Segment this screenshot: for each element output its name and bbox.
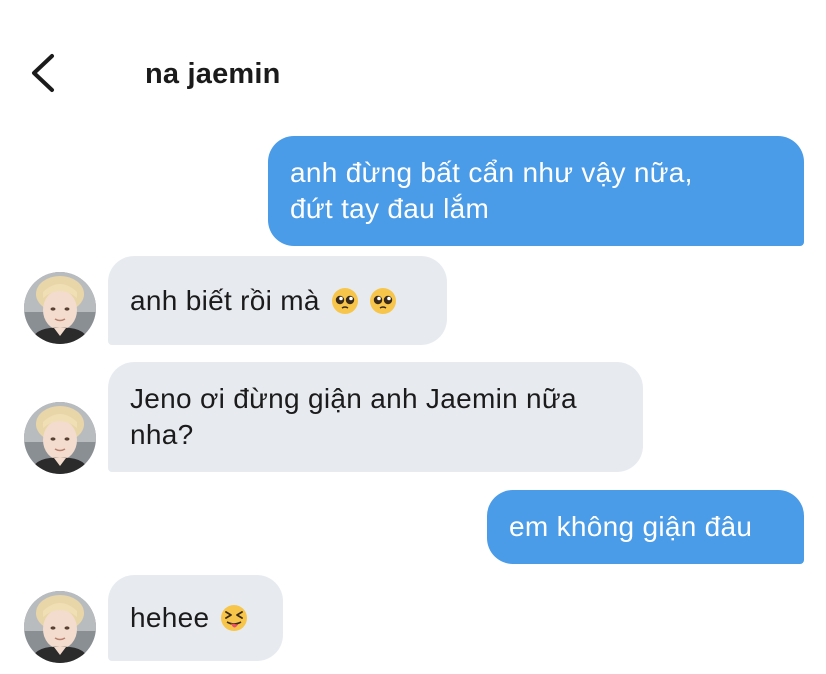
contact-name[interactable]: na jaemin (145, 56, 281, 92)
message-text: Jeno ơi đừng giận anh Jaemin nữa nha? (130, 383, 577, 450)
avatar[interactable] (24, 591, 96, 663)
pleading-face-icon (331, 287, 358, 314)
message-text: anh đừng bất cẩn như vậy nữa, đứt tay đa… (290, 157, 693, 224)
message-text: hehee (130, 602, 210, 633)
back-button[interactable] (22, 48, 66, 98)
message-bubble-incoming[interactable]: Jeno ơi đừng giận anh Jaemin nữa nha? (108, 362, 643, 472)
message-text: anh biết rồi mà (130, 284, 320, 316)
avatar[interactable] (24, 272, 96, 344)
chat-header: na jaemin (0, 0, 826, 120)
message-bubble-outgoing[interactable]: anh đừng bất cẩn như vậy nữa, đứt tay đa… (268, 136, 804, 246)
message-bubble-incoming[interactable]: anh biết rồi mà (108, 256, 447, 345)
message-bubble-incoming[interactable]: hehee (108, 575, 283, 661)
message-bubble-outgoing[interactable]: em không giận đâu (487, 490, 804, 564)
message-text: em không giận đâu (509, 511, 753, 542)
pleading-face-icon (369, 287, 396, 314)
chevron-left-icon (32, 54, 54, 92)
squinting-tongue-face-icon (221, 605, 248, 631)
avatar[interactable] (24, 402, 96, 474)
